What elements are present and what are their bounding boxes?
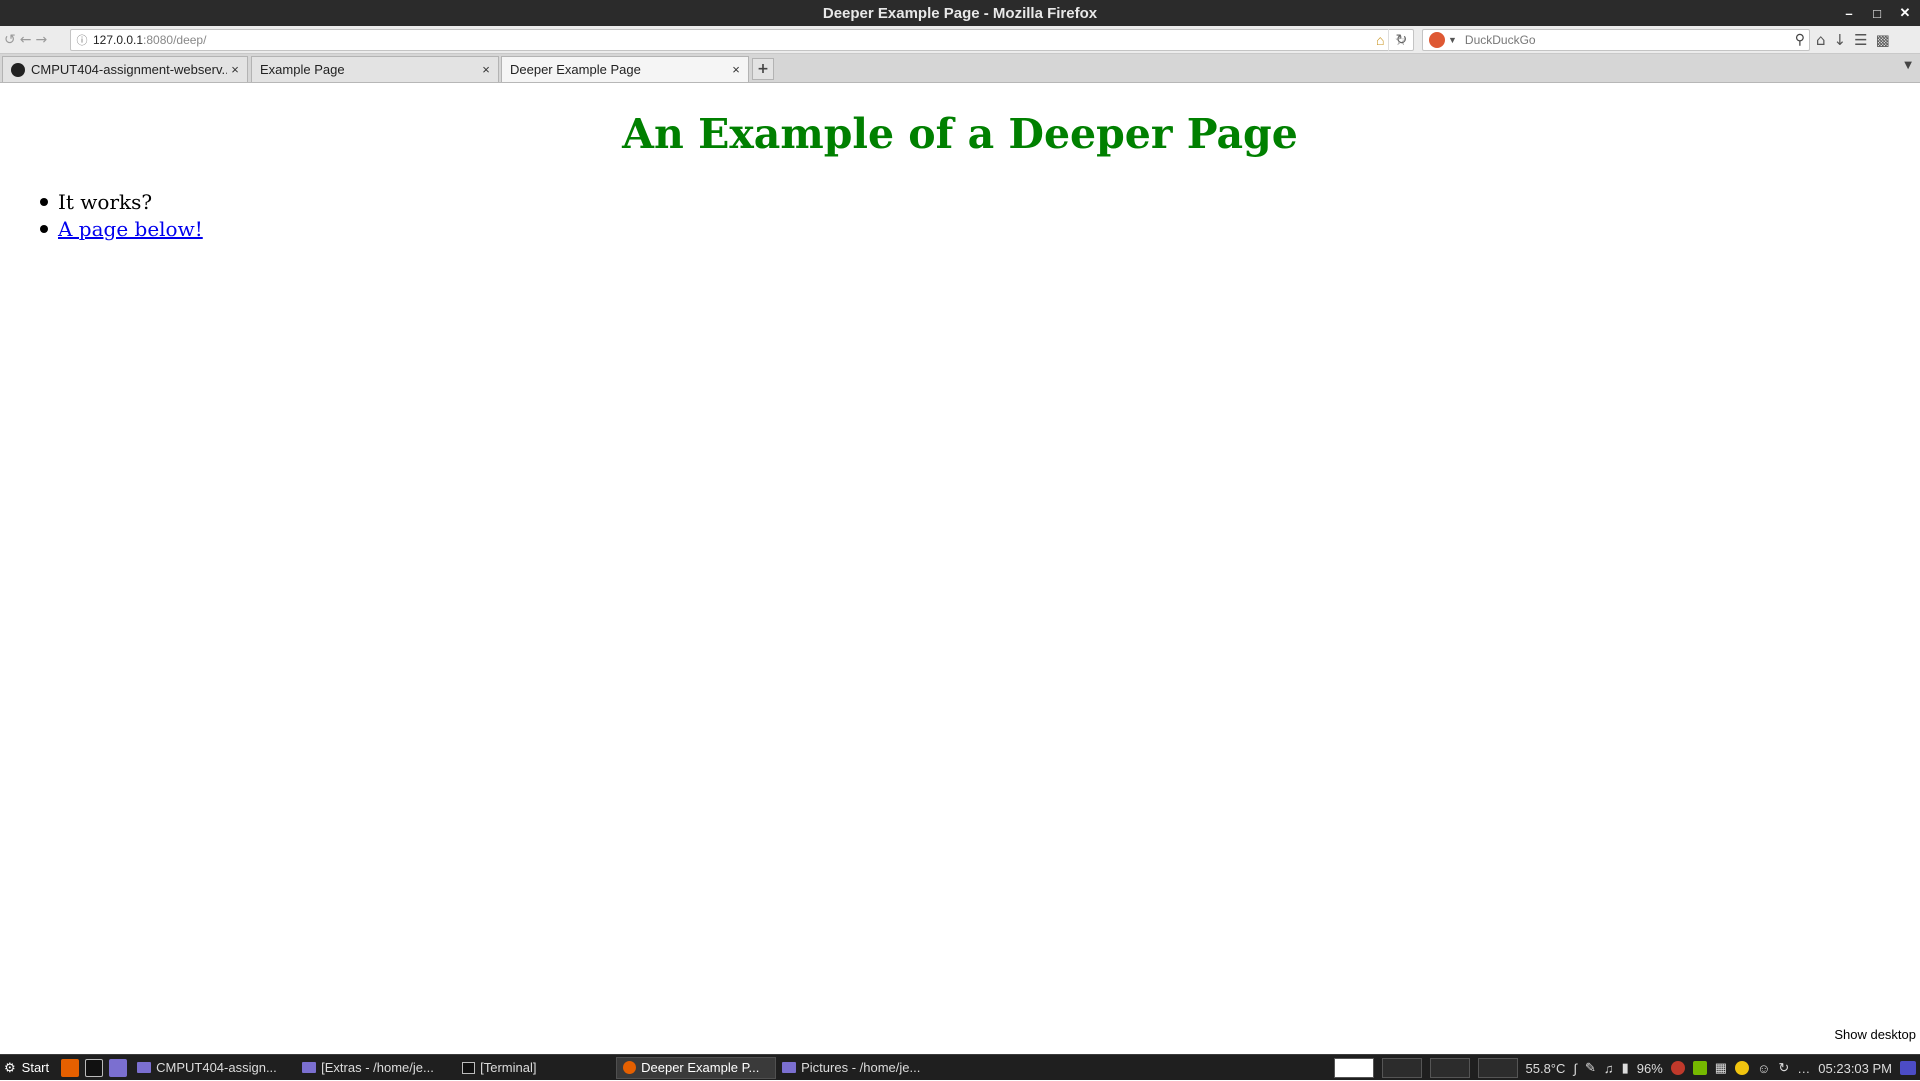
update-icon[interactable]: ↻	[1778, 1060, 1789, 1076]
start-label: Start	[22, 1060, 49, 1075]
tab-deeper-example-page[interactable]: Deeper Example Page ×	[501, 56, 749, 82]
search-icon[interactable]: ⚲	[1795, 31, 1805, 48]
task-terminal[interactable]: [Terminal]	[456, 1057, 616, 1079]
tab-example-page[interactable]: Example Page ×	[251, 56, 499, 82]
forward-icon[interactable]: →	[35, 32, 47, 48]
task-extras-folder[interactable]: [Extras - /home/je...	[296, 1057, 456, 1079]
user-icon[interactable]: ☺	[1757, 1061, 1770, 1076]
folder-icon	[782, 1062, 796, 1073]
task-label: CMPUT404-assign...	[156, 1060, 277, 1075]
task-label: [Terminal]	[480, 1060, 536, 1075]
close-icon[interactable]: ×	[728, 62, 744, 77]
menu-icon[interactable]: ☰	[1854, 31, 1867, 49]
chevron-down-icon[interactable]: ▼	[1448, 35, 1457, 45]
page-list: It works? A page below!	[40, 188, 203, 242]
desktop-icon[interactable]	[1900, 1061, 1916, 1075]
task-label: Deeper Example P...	[641, 1060, 759, 1075]
bullet-icon	[40, 198, 48, 206]
workspace-1[interactable]	[1334, 1058, 1374, 1078]
bullet-icon	[40, 225, 48, 233]
chrome-icon[interactable]	[1735, 1061, 1749, 1075]
url-bar[interactable]: ⓘ 127.0.0.1 :8080/deep/ ⌂ ☆	[70, 29, 1414, 51]
firefox-icon	[623, 1061, 636, 1074]
battery-percent: 96%	[1637, 1061, 1663, 1076]
search-placeholder: DuckDuckGo	[1465, 33, 1536, 47]
calendar-icon[interactable]: ▦	[1715, 1060, 1727, 1076]
tab-strip: CMPUT404-assignment-webserv... × Example…	[0, 54, 1920, 83]
close-icon[interactable]: ×	[478, 62, 494, 77]
show-desktop-button[interactable]: Show desktop	[1830, 1025, 1920, 1044]
list-item: It works?	[40, 188, 203, 215]
window-title: Deeper Example Page - Mozilla Firefox	[823, 5, 1097, 22]
reload-icon[interactable]: ↻	[1388, 29, 1414, 51]
maximize-icon[interactable]: □	[1870, 6, 1884, 21]
task-firefox[interactable]: Deeper Example P...	[616, 1057, 776, 1079]
minimize-icon[interactable]: –	[1842, 6, 1856, 21]
github-icon	[11, 63, 25, 77]
url-path[interactable]: :8080/deep/	[143, 33, 206, 47]
back-icon[interactable]: ←	[20, 32, 32, 48]
bluetooth-icon[interactable]: ∫	[1573, 1061, 1577, 1076]
list-item-text: It works?	[58, 190, 152, 214]
terminal-icon[interactable]	[85, 1059, 103, 1077]
overflow-icon[interactable]: …	[1797, 1061, 1810, 1076]
home-icon[interactable]: ⌂	[1376, 32, 1384, 48]
start-button[interactable]: ⚙ Start	[0, 1060, 57, 1076]
search-input[interactable]: ▼ DuckDuckGo ⚲	[1422, 29, 1810, 51]
tab-list-chevron-icon[interactable]: ▼	[1904, 60, 1912, 71]
window-titlebar: Deeper Example Page - Mozilla Firefox – …	[0, 0, 1920, 26]
toolbar-right: ⌂ ↓ ☰ ▩	[1816, 29, 1890, 51]
folder-icon[interactable]	[109, 1059, 127, 1077]
task-cmput404-folder[interactable]: CMPUT404-assign...	[131, 1057, 296, 1079]
nvidia-icon[interactable]	[1693, 1061, 1707, 1075]
folder-icon	[137, 1062, 151, 1073]
download-icon[interactable]: ↓	[1834, 31, 1847, 49]
navigation-toolbar: ↺ ← → ⓘ 127.0.0.1 :8080/deep/ ⌂ ☆ ↻ ▼ Du…	[0, 26, 1920, 54]
tab-label: CMPUT404-assignment-webserv...	[31, 62, 227, 77]
list-item: A page below!	[40, 215, 203, 242]
battery-icon[interactable]: ▮	[1622, 1060, 1629, 1076]
info-icon[interactable]: ⓘ	[71, 32, 93, 48]
tab-label: Deeper Example Page	[510, 62, 728, 77]
shield-icon[interactable]	[1671, 1061, 1685, 1075]
duckduckgo-icon[interactable]	[1429, 32, 1445, 48]
taskbar: ⚙ Start CMPUT404-assign... [Extras - /ho…	[0, 1054, 1920, 1080]
tab-label: Example Page	[260, 62, 478, 77]
tab-cmput404[interactable]: CMPUT404-assignment-webserv... ×	[2, 56, 248, 82]
close-icon[interactable]: ×	[227, 62, 243, 77]
url-host[interactable]: 127.0.0.1	[93, 33, 143, 47]
workspace-4[interactable]	[1478, 1058, 1518, 1078]
workspace-2[interactable]	[1382, 1058, 1422, 1078]
clock[interactable]: 05:23:03 PM	[1818, 1061, 1892, 1076]
pen-icon[interactable]: ✎	[1585, 1060, 1596, 1076]
page-below-link[interactable]: A page below!	[58, 217, 203, 241]
task-pictures-folder[interactable]: Pictures - /home/je...	[776, 1057, 936, 1079]
window-controls: – □ ✕	[1842, 0, 1912, 26]
workspace-3[interactable]	[1430, 1058, 1470, 1078]
volume-icon[interactable]: ♫	[1604, 1061, 1614, 1076]
new-tab-button[interactable]: +	[752, 58, 774, 80]
task-label: [Extras - /home/je...	[321, 1060, 434, 1075]
firefox-icon[interactable]	[61, 1059, 79, 1077]
terminal-icon	[462, 1062, 475, 1074]
history-back-icon[interactable]: ↺	[4, 32, 16, 48]
quick-launch	[57, 1059, 131, 1077]
extension-icon[interactable]: ▩	[1876, 31, 1890, 49]
page-content: An Example of a Deeper Page It works? A …	[0, 84, 1920, 1044]
page-heading: An Example of a Deeper Page	[0, 110, 1920, 158]
home-icon[interactable]: ⌂	[1816, 31, 1826, 49]
system-tray: 55.8°C ∫ ✎ ♫ ▮ 96% ▦ ☺ ↻ … 05:23:03 PM	[1334, 1055, 1920, 1081]
gear-icon: ⚙	[4, 1060, 16, 1076]
close-window-icon[interactable]: ✕	[1898, 5, 1912, 21]
temperature-readout: 55.8°C	[1526, 1061, 1566, 1076]
task-label: Pictures - /home/je...	[801, 1060, 920, 1075]
nav-buttons: ↺ ← →	[0, 32, 70, 48]
folder-icon	[302, 1062, 316, 1073]
